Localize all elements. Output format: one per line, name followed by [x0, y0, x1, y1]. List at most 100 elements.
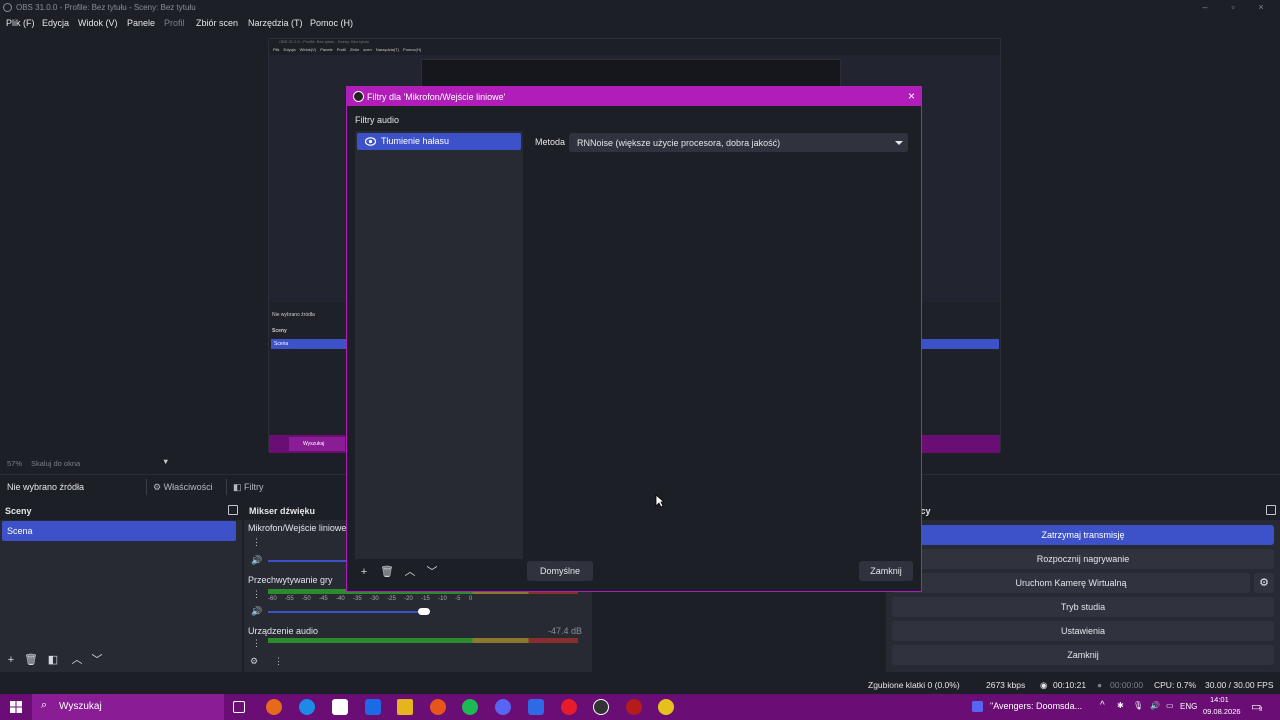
filter-item-noise-suppression[interactable]: Tłumienie hałasu: [357, 133, 521, 150]
edge-icon[interactable]: [299, 699, 315, 715]
opera-gx-icon[interactable]: [626, 699, 642, 715]
start-recording-button[interactable]: Rozpocznij nagrywanie: [892, 549, 1274, 569]
trash-icon[interactable]: 🗑: [23, 652, 39, 668]
taskbar-search-text: Wyszukaj: [59, 701, 102, 712]
settings-button[interactable]: Ustawienia: [892, 621, 1274, 641]
add-icon[interactable]: +: [3, 652, 19, 668]
scenes-toolbar: + 🗑 ◧ ︿ ﹀: [0, 650, 240, 670]
filters-button[interactable]: ◧ Filtry: [226, 479, 268, 495]
windows-start-icon[interactable]: [10, 701, 22, 713]
minimize-icon[interactable]: –: [1198, 2, 1212, 13]
menu-zbior-scen[interactable]: Zbiór scen: [196, 18, 238, 28]
menu-pomoc[interactable]: Pomoc (H): [310, 18, 353, 28]
tray-bluetooth-icon[interactable]: ✱: [1117, 701, 1124, 710]
obs-taskbar-icon[interactable]: [593, 699, 609, 715]
scale-mode[interactable]: Skaluj do okna: [31, 459, 80, 468]
chrome-icon[interactable]: [658, 699, 674, 715]
microphone-icon[interactable]: 🎙: [1133, 701, 1143, 710]
firefox-icon[interactable]: [266, 699, 282, 715]
method-select[interactable]: RNNoise (większe użycie procesora, dobra…: [569, 133, 908, 152]
game-volume-handle[interactable]: [418, 608, 430, 615]
mic-menu-icon[interactable]: ⋮: [252, 537, 261, 548]
mail-icon[interactable]: [365, 699, 381, 715]
clock-date[interactable]: 09.08.2026: [1203, 707, 1241, 716]
fps: 30.00 / 30.00 FPS: [1205, 680, 1274, 690]
nested-control-active: [921, 339, 999, 349]
stream-icon: ◉: [1040, 680, 1048, 690]
menu-narzedzia[interactable]: Narzędzia (T): [248, 18, 303, 28]
mixer-channel-audio: Urządzenie audio: [248, 626, 319, 636]
mixer-channel-mic: Mikrofon/Wejście liniowe: [248, 523, 347, 533]
spotify-icon[interactable]: [462, 699, 478, 715]
audio-menu-icon[interactable]: ⋮: [252, 638, 261, 649]
taskbar-search[interactable]: ⌕ Wyszukaj: [32, 694, 224, 720]
zoom-level[interactable]: 57%: [7, 459, 22, 468]
virtual-camera-button[interactable]: Uruchom Kamerę Wirtualną: [892, 573, 1250, 593]
virtual-camera-gear-icon[interactable]: ⚙: [1254, 573, 1274, 593]
down-icon[interactable]: ﹀: [89, 652, 105, 668]
game-speaker-icon[interactable]: 🔊: [251, 606, 262, 617]
menu-panele[interactable]: Panele: [127, 18, 155, 28]
task-view-icon[interactable]: [233, 701, 245, 713]
no-source-label: Nie wybrano źródła: [7, 482, 85, 492]
maximize-icon[interactable]: ▫: [1226, 2, 1240, 13]
scale-dropdown-icon[interactable]: ▼: [162, 457, 169, 466]
discord-icon[interactable]: [495, 699, 511, 715]
close-button[interactable]: Zamknij: [859, 561, 913, 581]
up-icon[interactable]: ︿: [69, 652, 85, 668]
nested-menu: Plik Edycja Widok(V) Panele Profil Zbiór…: [269, 47, 1000, 55]
menu-widok[interactable]: Widok (V): [78, 18, 118, 28]
game-menu-icon[interactable]: ⋮: [252, 589, 261, 600]
move-down-icon[interactable]: ﹀: [424, 564, 440, 580]
menubar: Plik (F) Edycja Widok (V) Panele Profil …: [0, 15, 1280, 32]
dialog-titlebar: Filtry dla 'Mikrofon/Wejście liniowe' ×: [347, 87, 921, 106]
tray-chevron-icon[interactable]: ^: [1100, 700, 1105, 711]
mic-speaker-icon[interactable]: 🔊: [251, 555, 262, 566]
filter-icon[interactable]: ◧: [45, 652, 61, 668]
nested-title: OBS 31.0.0 - Profile: Bez tytułu - Sceny…: [269, 39, 1000, 47]
add-filter-icon[interactable]: +: [356, 564, 372, 580]
undock-icon[interactable]: [228, 505, 238, 515]
opera-icon[interactable]: [561, 699, 577, 715]
move-up-icon[interactable]: ︿: [402, 564, 418, 580]
menu-profil[interactable]: Profil: [164, 18, 185, 28]
dialog-title: Filtry dla 'Mikrofon/Wejście liniowe': [367, 92, 506, 102]
filters-dialog: Filtry dla 'Mikrofon/Wejście liniowe' × …: [346, 86, 922, 592]
media-title[interactable]: "Avengers: Doomsda...: [990, 701, 1082, 711]
network-icon[interactable]: ▭: [1166, 701, 1174, 710]
language-indicator[interactable]: ENG: [1180, 702, 1197, 711]
bitrate: 2673 kbps: [986, 680, 1026, 690]
audio-level: -47.4 dB: [548, 626, 583, 636]
window-title: OBS 31.0.0 - Profile: Bez tytułu - Sceny…: [16, 3, 196, 12]
file-explorer-icon[interactable]: [397, 699, 413, 715]
mic-volume-slider[interactable]: [268, 560, 346, 562]
cpu-usage: CPU: 0.7%: [1154, 680, 1197, 690]
scene-item[interactable]: Scena: [2, 521, 236, 541]
nested-scene-item: Scena: [271, 339, 347, 349]
mixer-channel-game: Przechwytywanie gry: [248, 575, 333, 585]
statusbar: Zgubione klatki 0 (0.0%) 2673 kbps ◉ 00:…: [0, 676, 1280, 694]
clock-time[interactable]: 14:01: [1210, 695, 1229, 704]
close-icon[interactable]: ×: [908, 89, 915, 103]
eye-icon[interactable]: [365, 137, 376, 146]
menu-plik[interactable]: Plik (F): [6, 18, 35, 28]
close-icon[interactable]: ×: [1254, 2, 1268, 13]
defaults-button[interactable]: Domyślne: [527, 561, 593, 581]
mixer-gear-icon[interactable]: ⚙: [250, 656, 258, 667]
firefox-dev-icon[interactable]: [430, 699, 446, 715]
store-icon[interactable]: [332, 699, 348, 715]
mixer-menu-icon[interactable]: ⋮: [274, 656, 283, 667]
filter-item-label: Tłumienie hałasu: [381, 136, 450, 146]
search-icon: ⌕: [41, 699, 48, 711]
properties-label: Właściwości: [163, 482, 213, 492]
volume-icon[interactable]: 🔊: [1150, 701, 1160, 710]
trash-icon[interactable]: 🗑: [379, 564, 395, 580]
properties-button[interactable]: ⚙ Właściwości: [146, 479, 217, 495]
app-icon[interactable]: [528, 699, 544, 715]
menu-edycja[interactable]: Edycja: [42, 18, 69, 28]
rec-icon: ●: [1097, 680, 1103, 690]
undock-icon[interactable]: [1266, 505, 1276, 515]
studio-mode-button[interactable]: Tryb studia: [892, 597, 1274, 617]
stop-stream-button[interactable]: Zatrzymaj transmisję: [892, 525, 1274, 545]
exit-button[interactable]: Zamknij: [892, 645, 1274, 665]
